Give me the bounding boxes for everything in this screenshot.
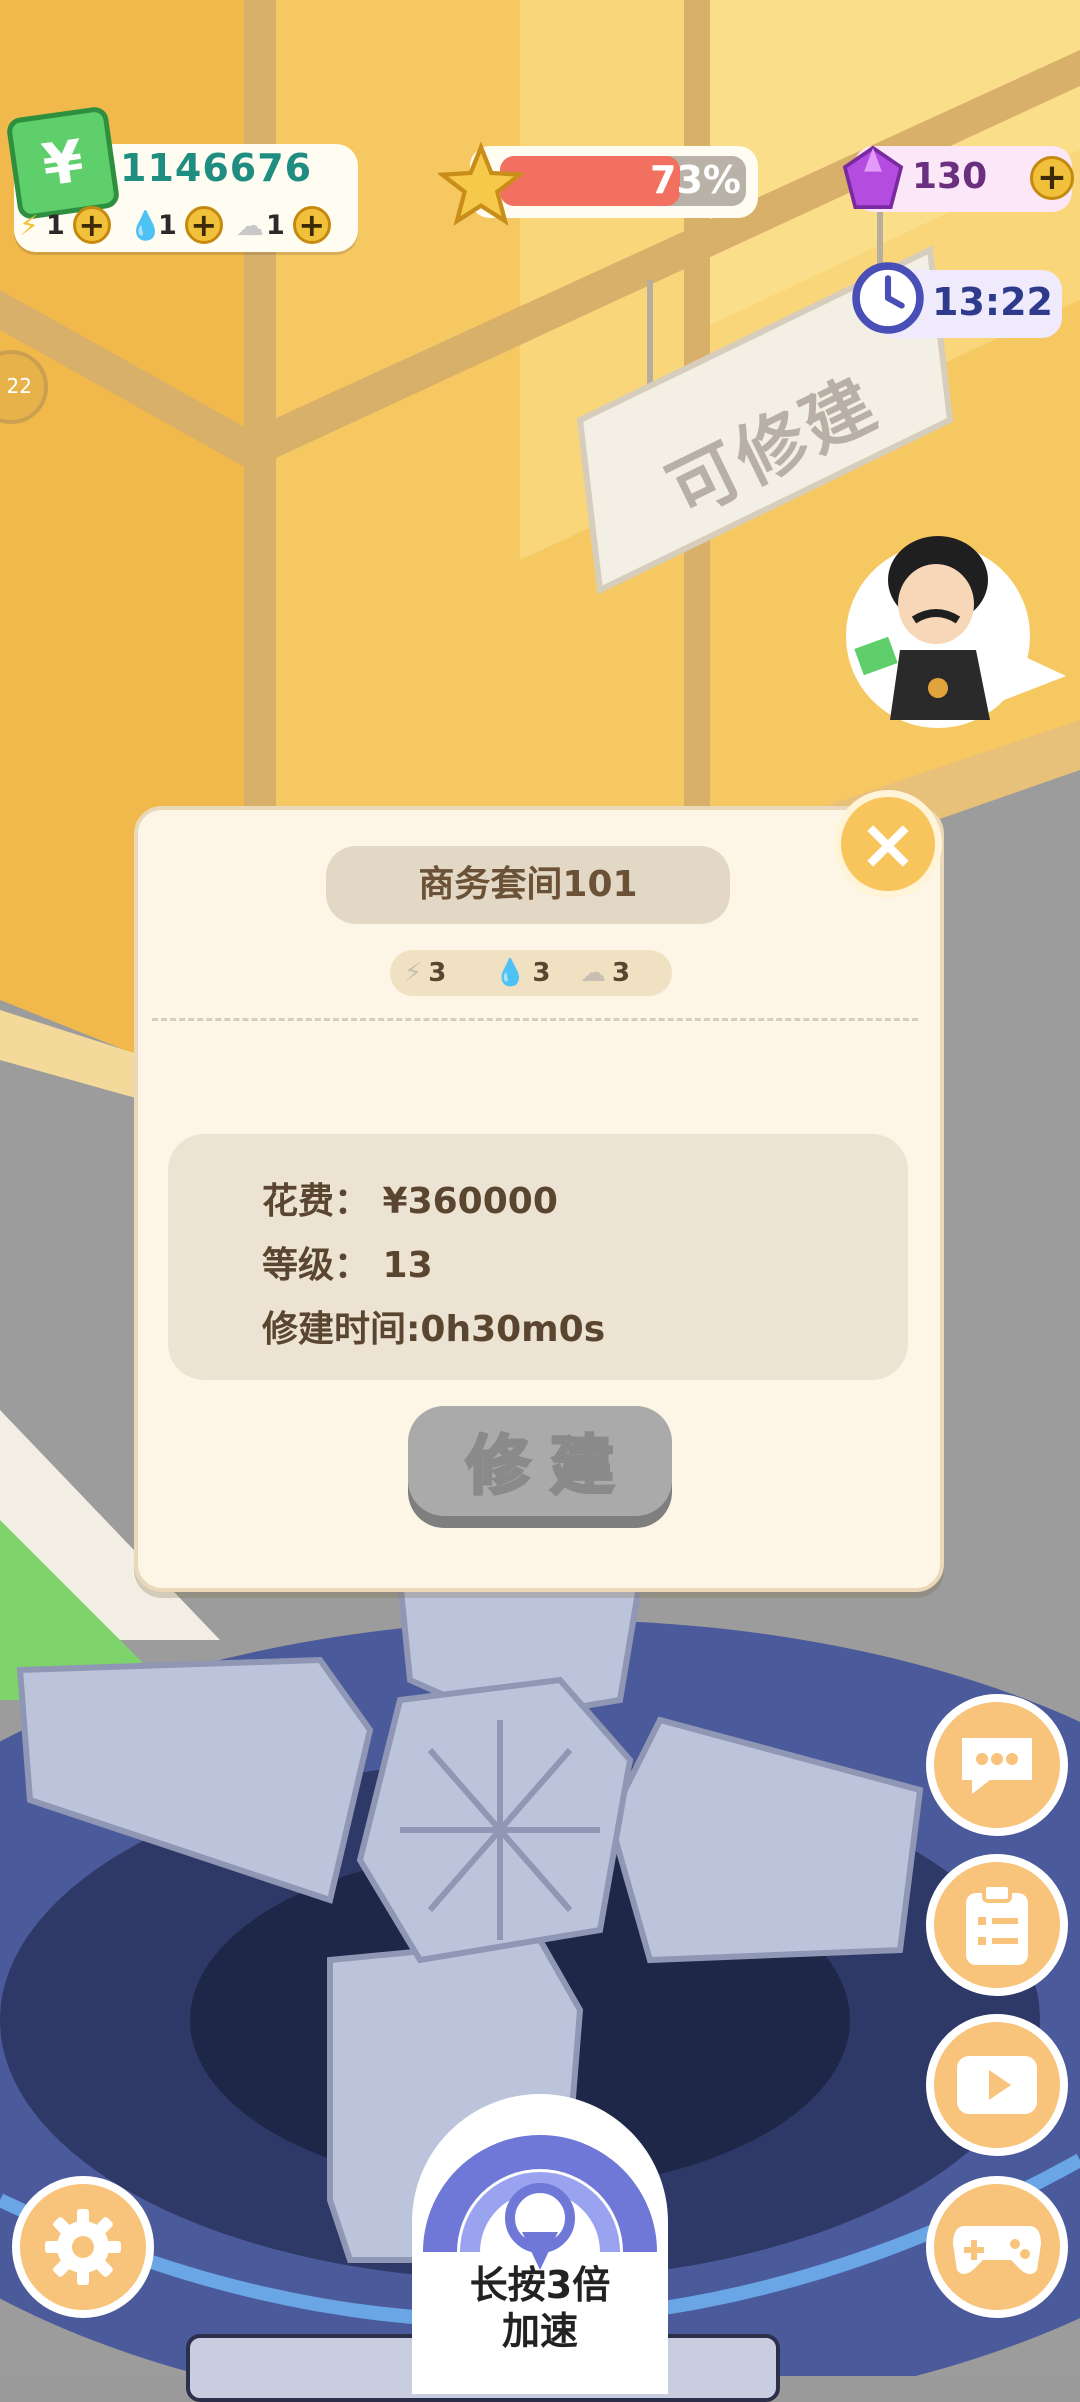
close-icon: × <box>858 803 918 885</box>
resource-row: ⚡ 1 + 💧 1 + ☁ 1 + <box>16 203 356 247</box>
gear-icon <box>45 2209 121 2285</box>
dialog-title: 商务套间101 <box>326 846 730 924</box>
add-gem-button[interactable]: + <box>1030 156 1074 200</box>
gem-icon <box>842 145 904 209</box>
timer-value: 13:22 <box>932 280 1053 324</box>
settings-button[interactable] <box>12 2176 154 2318</box>
games-button[interactable] <box>926 2176 1068 2318</box>
lightning-icon: ⚡ <box>19 208 39 242</box>
speedometer-icon <box>423 2135 657 2270</box>
money-value: 1146676 <box>120 146 313 190</box>
add-lightning-button[interactable]: + <box>72 206 111 244</box>
resource-lightning: ⚡ 1 + <box>16 203 111 247</box>
build-button[interactable]: 修建 <box>408 1406 672 1516</box>
cost-line: 花费： ¥360000 <box>262 1181 558 1222</box>
tasks-button[interactable] <box>926 1854 1068 1996</box>
lightning-count: 1 <box>46 209 65 241</box>
gamepad-icon <box>953 2226 1041 2274</box>
video-button[interactable] <box>926 2014 1068 2156</box>
close-button[interactable]: × <box>834 790 942 898</box>
chat-button[interactable] <box>926 1694 1068 1836</box>
req-cloud: ☁ 3 <box>580 958 631 988</box>
req-water: 💧 3 <box>494 958 551 988</box>
cloud-icon: ☁ <box>580 958 606 988</box>
dialog-divider <box>152 1018 918 1021</box>
water-count: 1 <box>158 209 177 241</box>
requirement-row: ⚡ 3 💧 3 ☁ 3 <box>390 950 672 996</box>
water-drop-icon: 💧 <box>128 208 163 242</box>
resource-water: 💧 1 + <box>128 203 223 247</box>
level-progress-label: 73% <box>650 158 741 202</box>
add-cloud-button[interactable]: + <box>292 206 331 244</box>
chat-icon <box>962 1738 1032 1794</box>
cloud-count: 1 <box>266 209 285 241</box>
build-time-line: 修建时间:0h30m0s <box>262 1309 606 1350</box>
add-water-button[interactable]: + <box>184 206 223 244</box>
clock-icon <box>852 262 924 334</box>
play-video-icon <box>957 2056 1037 2114</box>
speed-up-label: 长按3倍 加速 <box>469 2263 611 2353</box>
level-line: 等级： 13 <box>262 1245 433 1286</box>
req-lightning: ⚡ 3 <box>404 958 447 988</box>
clipboard-icon <box>966 1883 1028 1965</box>
water-drop-icon: 💧 <box>494 958 527 988</box>
resource-cloud: ☁ 1 + <box>236 203 331 247</box>
gem-count: 130 <box>912 156 988 197</box>
star-icon <box>438 142 524 226</box>
lightning-icon: ⚡ <box>404 958 423 988</box>
cloud-icon: ☁ <box>236 208 264 242</box>
